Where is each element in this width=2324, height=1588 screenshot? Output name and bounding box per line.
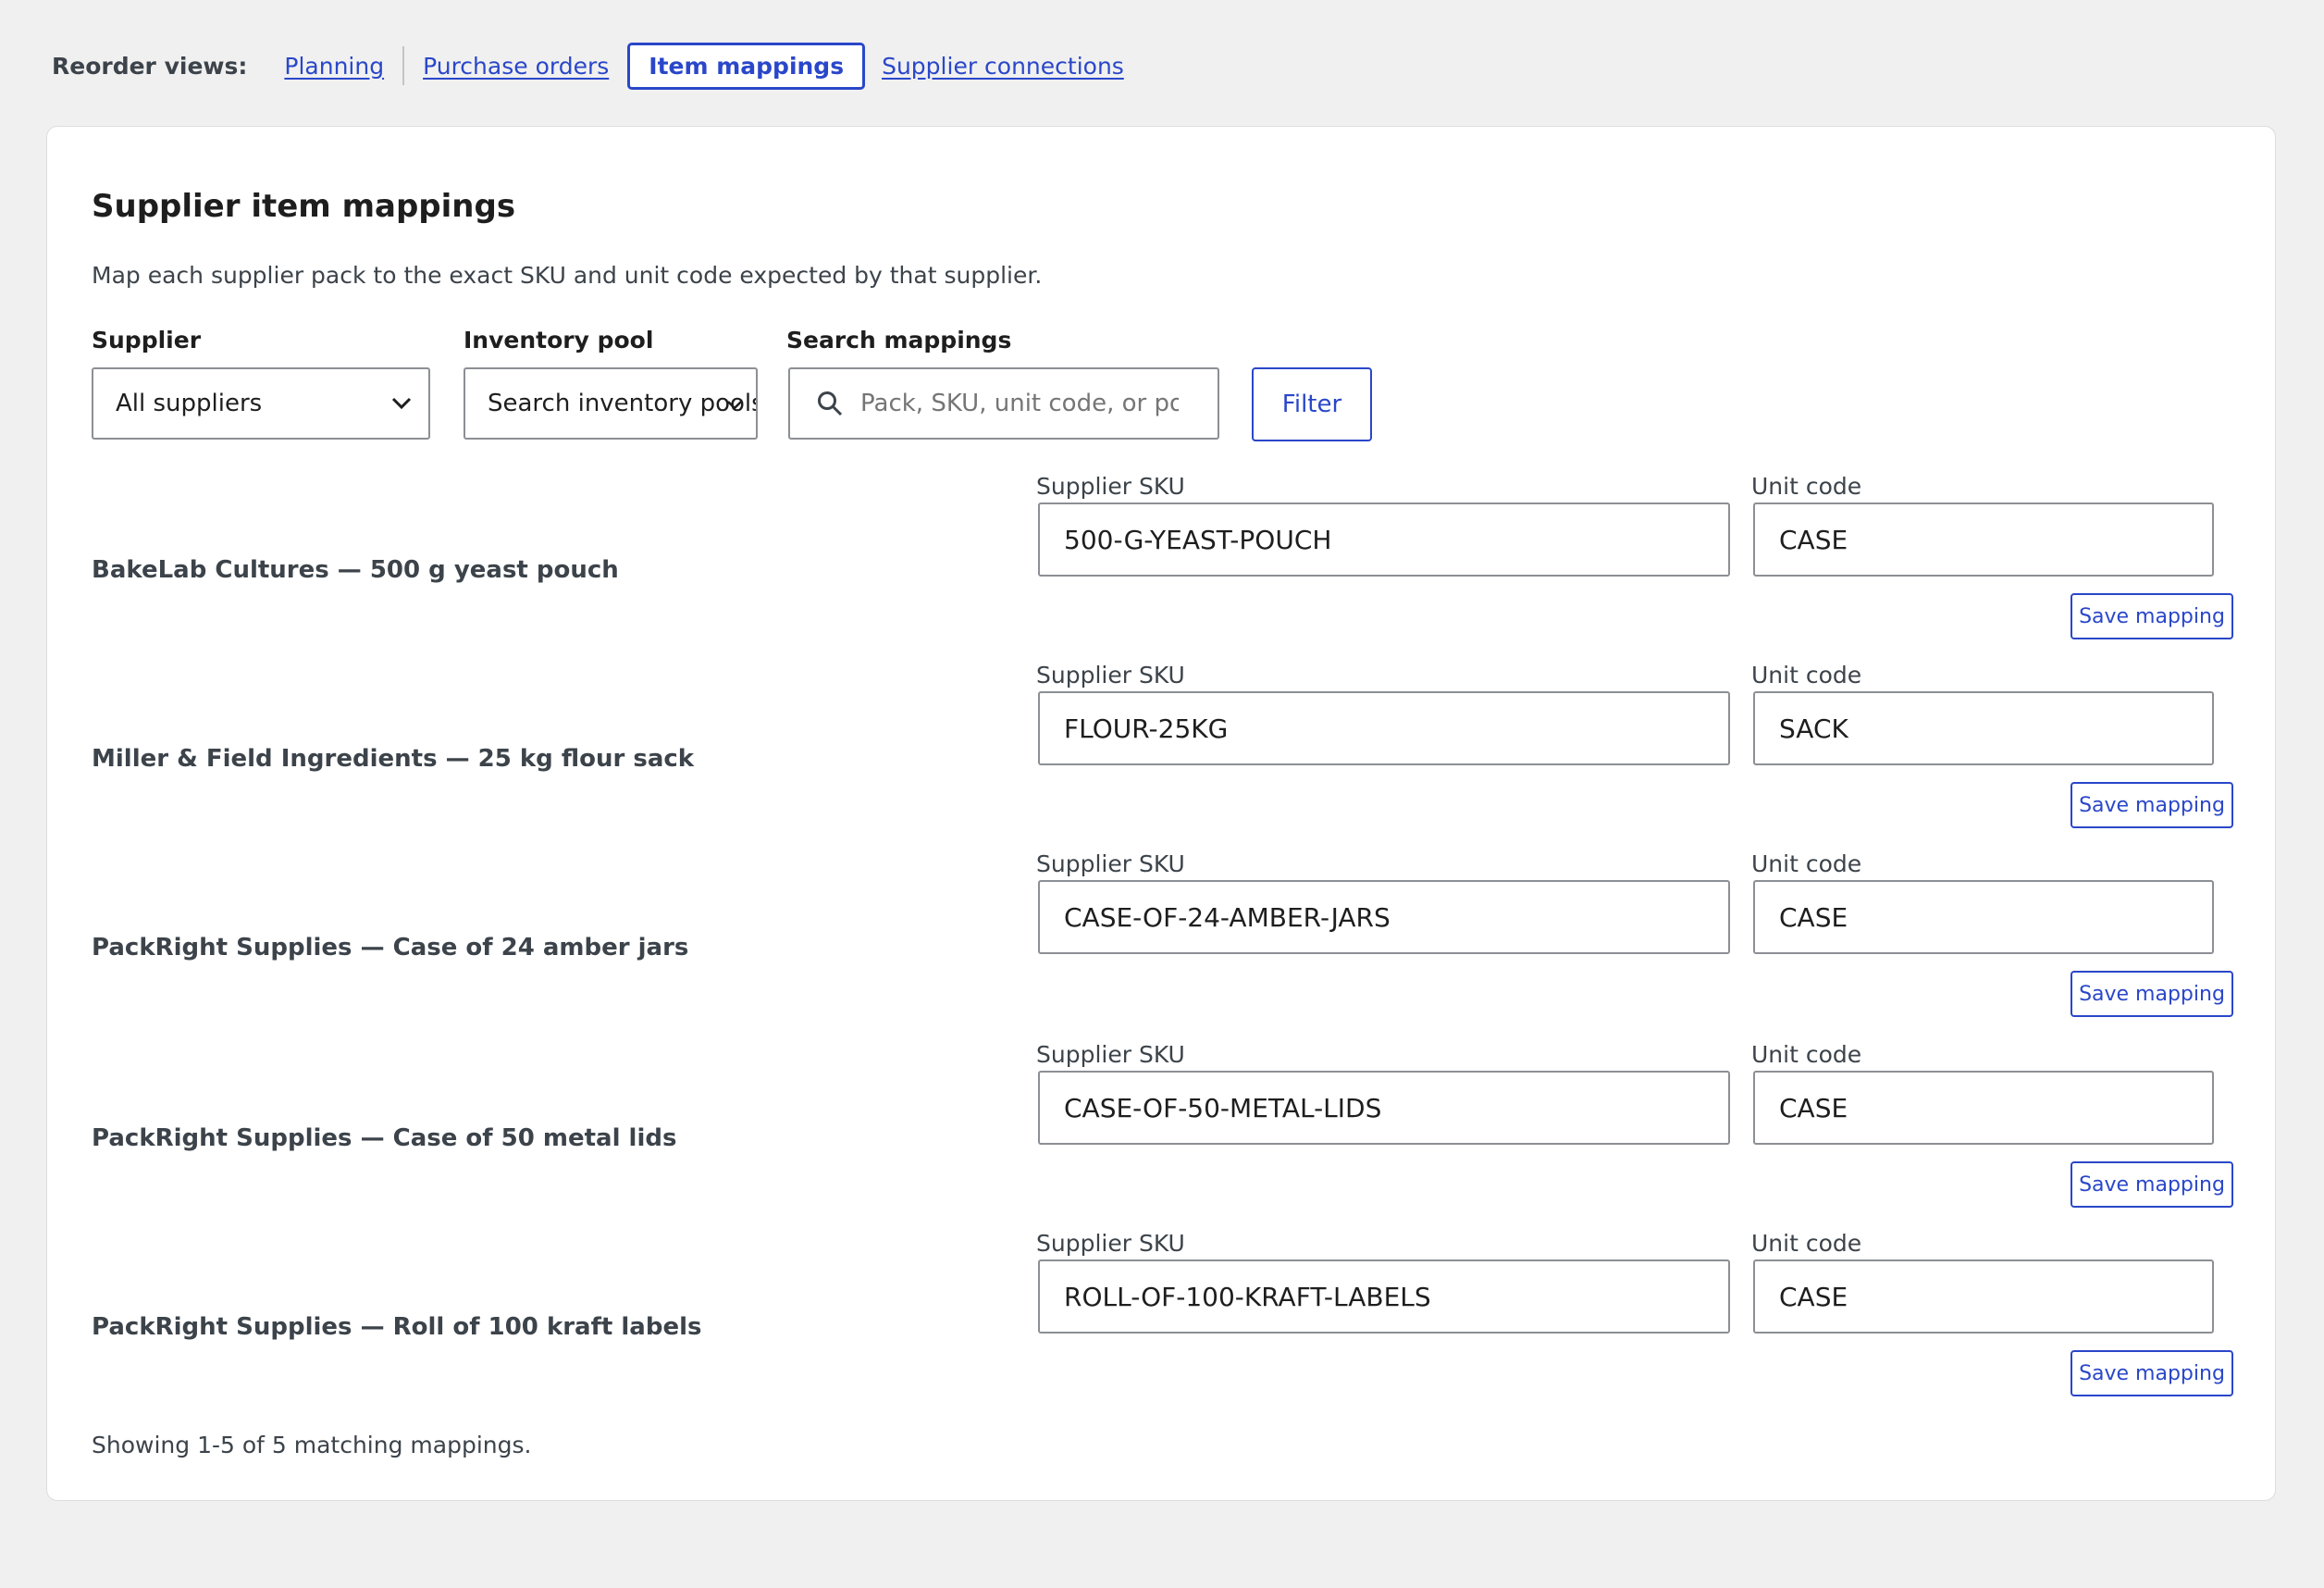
unit-code-input[interactable]: CASE <box>1753 1071 2214 1145</box>
supplier-sku-input[interactable]: CASE-OF-50-METAL-LIDS <box>1038 1071 1730 1145</box>
unit-code-label: Unit code <box>1751 1230 1862 1257</box>
nav-link-planning[interactable]: Planning <box>284 53 384 80</box>
mapping-row: BakeLab Cultures — 500 g yeast pouch Sup… <box>47 473 2277 662</box>
mapping-row: Miller & Field Ingredients — 25 kg flour… <box>47 662 2277 850</box>
inventory-pool-select[interactable]: Search inventory pools <box>464 367 758 440</box>
supplier-filter-label: Supplier <box>92 327 202 354</box>
inventory-pool-label: Inventory pool <box>464 327 654 354</box>
unit-code-input[interactable]: CASE <box>1753 880 2214 954</box>
unit-code-label: Unit code <box>1751 850 1862 877</box>
item-name: PackRight Supplies — Roll of 100 kraft l… <box>92 1313 702 1341</box>
supplier-sku-input[interactable]: FLOUR-25KG <box>1038 691 1730 765</box>
supplier-sku-label: Supplier SKU <box>1036 1041 1185 1068</box>
nav-link-item-mappings[interactable]: Item mappings <box>627 42 866 90</box>
mapping-row: PackRight Supplies — Roll of 100 kraft l… <box>47 1230 2277 1419</box>
chevron-down-icon <box>391 397 428 410</box>
inventory-pool-value: Search inventory pools <box>488 390 756 417</box>
nav-label: Reorder views: <box>52 52 248 80</box>
supplier-sku-label: Supplier SKU <box>1036 662 1185 689</box>
unit-code-label: Unit code <box>1751 662 1862 689</box>
unit-code-input[interactable]: CASE <box>1753 502 2214 577</box>
nav-link-supplier-connections[interactable]: Supplier connections <box>882 53 1124 80</box>
save-mapping-button[interactable]: Save mapping <box>2071 1350 2233 1396</box>
supplier-sku-input[interactable]: ROLL-OF-100-KRAFT-LABELS <box>1038 1259 1730 1334</box>
supplier-sku-label: Supplier SKU <box>1036 473 1185 500</box>
unit-code-input[interactable]: CASE <box>1753 1259 2214 1334</box>
supplier-select-value: All suppliers <box>116 390 263 417</box>
mapping-row: PackRight Supplies — Case of 24 amber ja… <box>47 850 2277 1039</box>
mapping-row: PackRight Supplies — Case of 50 metal li… <box>47 1041 2277 1230</box>
filter-button[interactable]: Filter <box>1252 367 1372 441</box>
page-description: Map each supplier pack to the exact SKU … <box>92 262 1043 289</box>
supplier-select[interactable]: All suppliers <box>92 367 430 440</box>
supplier-sku-input[interactable]: CASE-OF-24-AMBER-JARS <box>1038 880 1730 954</box>
nav-divider <box>402 46 405 85</box>
item-name: PackRight Supplies — Case of 50 metal li… <box>92 1124 677 1152</box>
item-name: Miller & Field Ingredients — 25 kg flour… <box>92 745 695 773</box>
supplier-sku-label: Supplier SKU <box>1036 850 1185 877</box>
unit-code-label: Unit code <box>1751 1041 1862 1068</box>
nav-link-purchase-orders[interactable]: Purchase orders <box>423 53 609 80</box>
results-summary: Showing 1-5 of 5 matching mappings. <box>92 1432 532 1458</box>
item-name: BakeLab Cultures — 500 g yeast pouch <box>92 556 619 584</box>
save-mapping-button[interactable]: Save mapping <box>2071 593 2233 639</box>
item-name: PackRight Supplies — Case of 24 amber ja… <box>92 934 689 961</box>
search-placeholder: Pack, SKU, unit code, or pool <box>860 390 1179 417</box>
save-mapping-button[interactable]: Save mapping <box>2071 782 2233 828</box>
supplier-sku-label: Supplier SKU <box>1036 1230 1185 1257</box>
mappings-card: Supplier item mappings Map each supplier… <box>46 126 2276 1501</box>
search-input[interactable]: Pack, SKU, unit code, or pool <box>788 367 1219 440</box>
unit-code-input[interactable]: SACK <box>1753 691 2214 765</box>
unit-code-label: Unit code <box>1751 473 1862 500</box>
chevron-down-icon <box>726 397 743 415</box>
save-mapping-button[interactable]: Save mapping <box>2071 971 2233 1017</box>
search-icon <box>816 390 844 417</box>
save-mapping-button[interactable]: Save mapping <box>2071 1161 2233 1208</box>
page-title: Supplier item mappings <box>92 188 516 225</box>
reorder-views-nav: Reorder views: Planning Purchase orders … <box>52 42 1124 90</box>
supplier-sku-input[interactable]: 500-G-YEAST-POUCH <box>1038 502 1730 577</box>
search-mappings-label: Search mappings <box>786 327 1012 354</box>
